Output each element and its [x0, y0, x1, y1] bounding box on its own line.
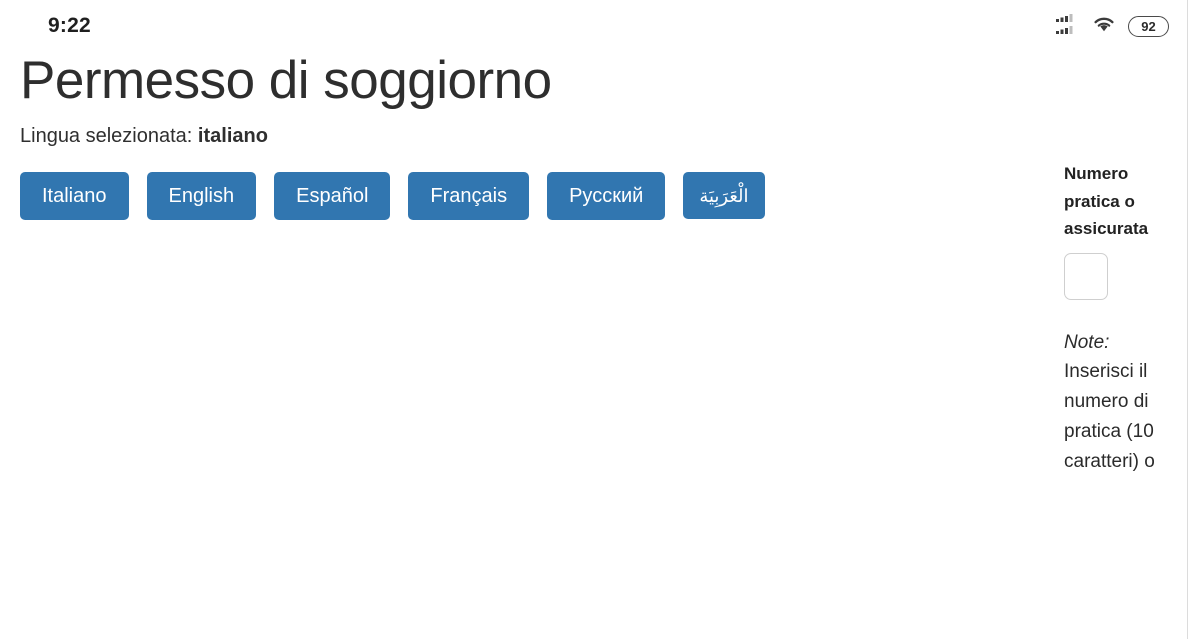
sidebar-note-text: Inserisci il numero di pratica (10 carat…	[1064, 361, 1155, 472]
lang-button-russkiy[interactable]: Русский	[547, 172, 666, 221]
main-content: Permesso di soggiorno Lingua selezionata…	[0, 51, 1050, 221]
wifi-icon	[1091, 14, 1117, 39]
battery-icon: 92	[1128, 15, 1169, 37]
sidebar-note-prefix: Note:	[1064, 331, 1110, 353]
dual-sim-signal-bars-icon	[1056, 13, 1080, 40]
page-title: Permesso di soggiorno	[20, 51, 552, 110]
lang-button-espanol[interactable]: Español	[274, 172, 391, 221]
battery-level-label: 92	[1141, 18, 1156, 34]
status-bar-clock: 9:22	[48, 14, 91, 37]
lang-button-italiano[interactable]: Italiano	[20, 172, 129, 221]
sidebar-panel: Numero pratica o assicurata Note: Inseri…	[1064, 160, 1182, 477]
selected-language-value: italiano	[197, 125, 268, 148]
numero-pratica-label: Numero pratica o assicurata	[1064, 164, 1149, 239]
selected-language-line: Lingua selezionata: italiano	[20, 123, 1030, 149]
status-bar-icons: 92	[1056, 13, 1169, 40]
status-bar: 9:22 92	[0, 0, 1187, 52]
sidebar-divider	[1187, 0, 1188, 639]
sidebar-note: Note: Inserisci il numero di pratica (10…	[1064, 328, 1182, 477]
lang-button-arabic[interactable]: الْعَرَبِيَة	[683, 172, 765, 220]
lang-button-english[interactable]: English	[146, 172, 257, 221]
lang-button-francais[interactable]: Français	[408, 172, 530, 221]
language-button-group: Italiano English Español Français Русски…	[20, 172, 1030, 221]
numero-pratica-input[interactable]	[1064, 252, 1108, 300]
selected-language-prefix: Lingua selezionata:	[20, 125, 198, 148]
